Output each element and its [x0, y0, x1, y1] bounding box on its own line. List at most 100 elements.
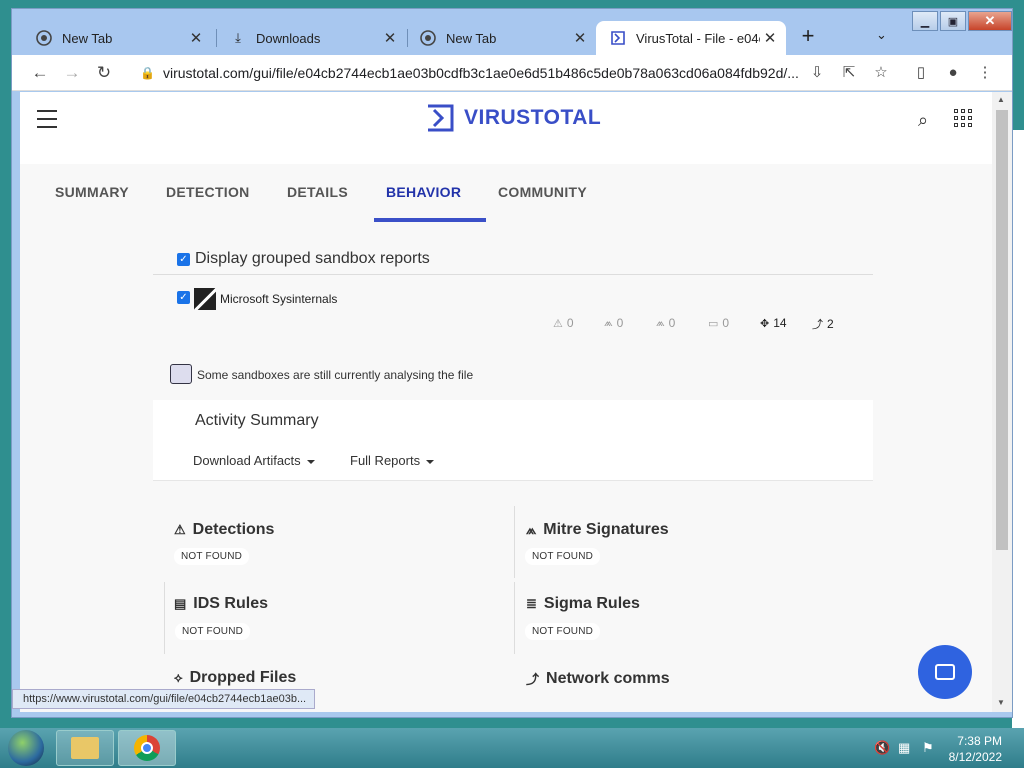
file-tabs: SUMMARY DETECTION DETAILS BEHAVIOR COMMU…	[20, 164, 992, 224]
ids-icon: ▭	[708, 317, 719, 330]
scroll-down-icon[interactable]: ▼	[997, 698, 1005, 707]
chat-button[interactable]	[918, 645, 972, 699]
file-explorer-taskbar-button[interactable]	[56, 730, 114, 766]
network-icon: ⤴	[526, 672, 540, 687]
logo-text: VIRUSTOTAL	[464, 106, 602, 129]
action-center-icon[interactable]: ⚑	[922, 740, 934, 756]
start-button[interactable]	[8, 730, 44, 766]
tab-label: New Tab	[62, 30, 113, 46]
background-window-edge	[1012, 130, 1024, 730]
link-status-bar: https://www.virustotal.com/gui/file/e04c…	[12, 689, 316, 709]
sandbox-box-icon	[170, 364, 192, 384]
lock-icon: 🔒	[140, 66, 155, 80]
warning-icon: ⚠	[174, 522, 186, 537]
column-divider	[514, 582, 515, 654]
download-icon: ⤓	[235, 30, 241, 45]
system-clock[interactable]: 7:38 PM 8/12/2022	[948, 733, 1002, 765]
column-divider	[164, 582, 165, 654]
side-panel-icon[interactable]: ▯	[912, 64, 930, 82]
chrome-icon	[36, 30, 52, 46]
apps-grid-icon[interactable]	[954, 109, 972, 127]
network-comms-heading: ⤴ Network comms	[526, 669, 670, 688]
tab-virustotal[interactable]: VirusTotal - File - e04cb ✕	[596, 21, 786, 55]
caret-down-icon	[426, 459, 435, 464]
mitre-icon: ⩕	[526, 522, 537, 537]
stat-network: ⤴ 2	[812, 317, 834, 331]
chrome-icon	[134, 735, 160, 761]
warning-icon: ⚠	[553, 317, 563, 330]
sigma-rules-heading: ≣ Sigma Rules	[526, 595, 640, 612]
active-tab-indicator	[374, 218, 486, 222]
network-tray-icon[interactable]: ▦	[898, 740, 910, 756]
activity-summary-card: Activity Summary Download Artifacts Full…	[153, 400, 873, 480]
minimize-icon[interactable]: ▁	[912, 11, 938, 31]
browser-window: New Tab ✕ ⤓ Downloads ✕ New Tab ✕ VirusT…	[11, 8, 1013, 718]
sysinternals-logo-icon	[194, 288, 216, 310]
activity-summary-title: Activity Summary	[195, 412, 319, 429]
clock-date: 8/12/2022	[948, 750, 1002, 764]
stat-processes: ✥ 14	[760, 316, 787, 330]
not-found-badge: NOT FOUND	[525, 548, 601, 565]
sandbox-name: Microsoft Sysinternals	[220, 292, 338, 306]
network-icon: ⤴	[812, 319, 823, 331]
not-found-badge: NOT FOUND	[525, 623, 601, 640]
bookmark-star-icon[interactable]: ☆	[872, 64, 890, 82]
close-tab-icon[interactable]: ✕	[570, 29, 590, 47]
chat-bubble-icon	[935, 664, 955, 680]
search-icon[interactable]: ⌕	[918, 110, 928, 131]
window-controls: ▁ ▣ ✕	[910, 11, 1012, 33]
tab-downloads[interactable]: ⤓ Downloads ✕	[216, 21, 406, 55]
full-reports-dropdown[interactable]: Full Reports	[350, 453, 435, 468]
reload-icon[interactable]: ↻	[94, 63, 114, 83]
tab-search-icon[interactable]: ⌄	[876, 27, 887, 43]
sandbox-checkbox[interactable]: ✓	[177, 291, 190, 304]
windows-taskbar: 🔇 ▦ ⚑ 7:38 PM 8/12/2022	[0, 728, 1024, 768]
close-tab-icon[interactable]: ✕	[380, 29, 400, 47]
virustotal-logo-icon	[428, 104, 454, 132]
ids-icon: ▤	[174, 596, 187, 611]
tab-details[interactable]: DETAILS	[287, 184, 348, 200]
detections-heading: ⚠ Detections	[174, 521, 275, 538]
stat-detections: ⚠ 0	[553, 316, 574, 330]
share-icon[interactable]: ⇱	[840, 64, 858, 82]
virustotal-logo[interactable]: VIRUSTOTAL	[426, 104, 601, 132]
forward-icon[interactable]: →	[62, 63, 82, 83]
tab-community[interactable]: COMMUNITY	[498, 184, 587, 200]
page-scrollbar[interactable]: ▲ ▼	[992, 92, 1012, 712]
hamburger-menu-icon[interactable]	[37, 110, 57, 128]
tab-new-tab-1[interactable]: New Tab ✕	[22, 21, 212, 55]
grouped-reports-label: Display grouped sandbox reports	[195, 250, 430, 267]
download-artifacts-dropdown[interactable]: Download Artifacts	[193, 453, 315, 468]
menu-kebab-icon[interactable]: ⋮	[976, 64, 994, 82]
url-text: virustotal.com/gui/file/e04cb2744ecb1ae0…	[162, 65, 799, 81]
back-icon[interactable]: ←	[30, 63, 50, 83]
browser-toolbar: ← → ↻ 🔒 virustotal.com/gui/file/e04cb274…	[12, 55, 1012, 91]
tab-new-tab-2[interactable]: New Tab ✕	[406, 21, 596, 55]
new-tab-button[interactable]: +	[796, 25, 820, 49]
stat-sigma: ⩕ 0	[656, 316, 676, 330]
profile-avatar-icon[interactable]: ●	[944, 64, 962, 82]
volume-muted-icon[interactable]: 🔇	[874, 740, 890, 756]
close-tab-icon[interactable]: ✕	[760, 29, 780, 47]
scroll-thumb[interactable]	[996, 110, 1008, 550]
not-found-badge: NOT FOUND	[175, 623, 251, 640]
site-header: VIRUSTOTAL ⌕	[20, 92, 992, 164]
stat-mitre: ⩕ 0	[604, 316, 624, 330]
clock-time: 7:38 PM	[957, 734, 1002, 748]
close-window-icon[interactable]: ✕	[968, 11, 1012, 31]
tab-label: Downloads	[256, 30, 321, 46]
tab-detection[interactable]: DETECTION	[166, 184, 250, 200]
process-icon: ✥	[760, 317, 770, 330]
sigma-icon: ⩕	[656, 316, 665, 329]
maximize-icon[interactable]: ▣	[940, 11, 966, 31]
tab-behavior[interactable]: BEHAVIOR	[386, 184, 461, 200]
address-bar[interactable]: 🔒 virustotal.com/gui/file/e04cb2744ecb1a…	[130, 59, 808, 87]
tab-summary[interactable]: SUMMARY	[55, 184, 129, 200]
install-app-icon[interactable]: ⇩	[808, 64, 826, 82]
close-tab-icon[interactable]: ✕	[186, 29, 206, 47]
chrome-taskbar-button[interactable]	[118, 730, 176, 766]
not-found-badge: NOT FOUND	[174, 548, 250, 565]
tab-label: New Tab	[446, 30, 497, 46]
scroll-up-icon[interactable]: ▲	[997, 95, 1005, 104]
grouped-reports-checkbox[interactable]: ✓	[177, 253, 190, 266]
